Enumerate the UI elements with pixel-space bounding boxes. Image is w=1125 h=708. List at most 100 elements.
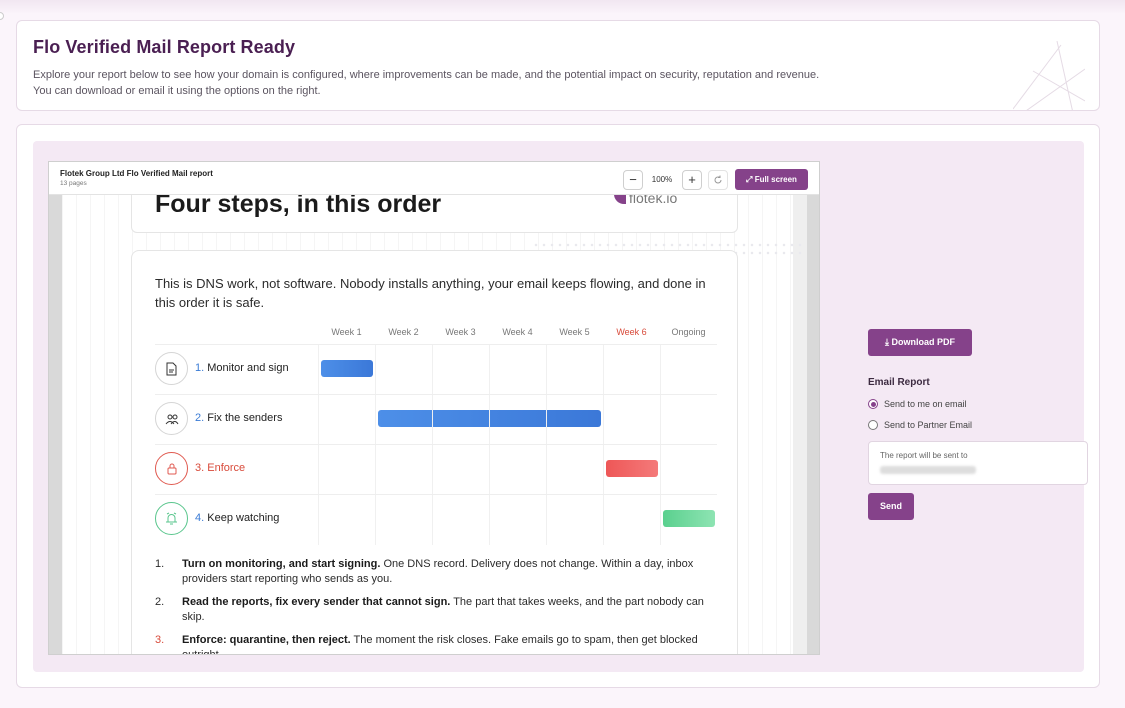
gantt-column-line <box>432 345 433 395</box>
section-heading-card: Four steps, in this order flotek.io <box>131 195 738 233</box>
gantt-row: 4. Keep watching <box>155 494 717 545</box>
zoom-in-button[interactable]: + <box>682 170 702 190</box>
gantt-column-line <box>546 345 547 395</box>
radio-send-to-partner[interactable]: Send to Partner Email <box>868 420 972 430</box>
week-label: Week 5 <box>559 327 590 337</box>
page-count: 13 pages <box>60 180 87 187</box>
radio-send-to-me[interactable]: Send to me on email <box>868 399 967 409</box>
step-number: 2. <box>155 596 165 608</box>
page-title: Flo Verified Mail Report Ready <box>33 37 296 57</box>
flotek-logo-icon <box>614 195 626 204</box>
task-label: 2. Fix the senders <box>195 412 282 424</box>
radio-label: Send to me on email <box>884 399 967 409</box>
gantt-column-line <box>660 345 661 395</box>
timeline-intro: This is DNS work, not software. Nobody i… <box>155 276 706 310</box>
gantt-column-line <box>375 445 376 495</box>
gantt-column-line <box>489 395 490 445</box>
task-name: Enforce <box>207 462 246 474</box>
zoom-out-button[interactable]: − <box>623 170 643 190</box>
page-side-shade <box>793 195 807 654</box>
download-icon: ⤓ <box>885 337 889 347</box>
report-page: Four steps, in this order flotek.io This… <box>62 195 807 654</box>
gantt-column-line <box>660 495 661 545</box>
task-name: Keep watching <box>207 512 280 524</box>
gantt-column-line <box>546 395 547 445</box>
section-heading: Four steps, in this order <box>155 195 442 218</box>
step-title: Turn on monitoring, and start signing. <box>182 558 381 570</box>
step-title: Enforce: quarantine, then reject. <box>182 634 351 646</box>
timeline-card: This is DNS work, not software. Nobody i… <box>131 250 738 654</box>
gantt-column-line <box>546 495 547 545</box>
gantt-column-line <box>660 445 661 495</box>
task-name: Monitor and sign <box>207 362 289 374</box>
document-title: Flotek Group Ltd Flo Verified Mail repor… <box>60 169 213 178</box>
download-label: Download PDF <box>891 337 956 347</box>
download-pdf-button[interactable]: ⤓ Download PDF <box>868 329 972 356</box>
radio-button-selected[interactable] <box>868 399 878 409</box>
zoom-level: 100% <box>651 175 673 184</box>
gantt-row: 2. Fix the senders <box>155 394 717 445</box>
gantt-column-line <box>603 445 604 495</box>
timeline-gantt: 1. Monitor and sign 2. Fix the senders 3… <box>155 344 717 545</box>
fullscreen-button[interactable]: ⤢ Full screen <box>735 169 808 190</box>
gantt-column-line <box>546 445 547 495</box>
week-label: Week 2 <box>388 327 419 337</box>
task-label: 3. Enforce <box>195 462 245 474</box>
gantt-column-line <box>489 345 490 395</box>
steps-list: 1. Turn on monitoring, and start signing… <box>155 557 720 654</box>
task-number: 1. <box>195 362 205 374</box>
people-icon <box>155 402 188 435</box>
week-label: Week 1 <box>331 327 362 337</box>
task-label: 4. Keep watching <box>195 512 279 524</box>
page-description: Explore your report below to see how you… <box>33 69 820 97</box>
brand-name: flotek.io <box>629 195 678 206</box>
gantt-column-line <box>603 345 604 395</box>
step-item: 3. Enforce: quarantine, then reject. The… <box>155 633 720 654</box>
radio-button[interactable] <box>868 420 878 430</box>
week-label: Week 4 <box>502 327 533 337</box>
report-main-card: Flotek Group Ltd Flo Verified Mail repor… <box>16 124 1100 688</box>
gantt-column-line <box>489 495 490 545</box>
gantt-column-line <box>375 395 376 445</box>
gantt-bar-enforce <box>606 460 658 477</box>
task-number: 3. <box>195 462 205 474</box>
step-number: 1. <box>155 558 165 570</box>
pdf-viewer[interactable]: Flotek Group Ltd Flo Verified Mail repor… <box>48 161 820 655</box>
task-label: 1. Monitor and sign <box>195 362 289 374</box>
task-number: 2. <box>195 412 205 424</box>
refresh-icon <box>714 175 722 184</box>
week-label: Week 3 <box>445 327 476 337</box>
gantt-column-line <box>489 445 490 495</box>
gantt-row: 1. Monitor and sign <box>155 344 717 395</box>
gantt-column-line <box>375 345 376 395</box>
gantt-column-line <box>318 445 319 495</box>
expand-icon: ⤢ <box>746 175 753 184</box>
radio-label: Send to Partner Email <box>884 420 973 430</box>
fullscreen-label: Full screen <box>754 175 797 184</box>
step-item: 1. Turn on monitoring, and start signing… <box>155 557 720 587</box>
week-label-highlighted: Week 6 <box>616 327 647 337</box>
document-sign-icon <box>155 352 188 385</box>
gantt-bar-keep-watching <box>663 510 715 527</box>
recipient-label: The report will be sent to <box>880 451 968 460</box>
gantt-column-line <box>603 495 604 545</box>
viewer-toolbar: Flotek Group Ltd Flo Verified Mail repor… <box>49 162 819 195</box>
edge-dot <box>0 12 4 20</box>
step-title: Read the reports, fix every sender that … <box>182 596 451 608</box>
task-name: Fix the senders <box>207 412 283 424</box>
task-number: 4. <box>195 512 205 524</box>
week-header: Week 1 Week 2 Week 3 Week 4 Week 5 Week … <box>155 327 717 343</box>
gantt-column-line <box>318 395 319 445</box>
report-panel: Flotek Group Ltd Flo Verified Mail repor… <box>33 141 1088 672</box>
gantt-column-line <box>318 345 319 395</box>
alarm-bell-icon <box>155 502 188 535</box>
step-number: 3. <box>155 634 165 646</box>
gantt-column-line <box>603 395 604 445</box>
recipient-field: The report will be sent to <box>868 441 1088 485</box>
gantt-column-line <box>432 445 433 495</box>
step-item: 2. Read the reports, fix every sender th… <box>155 595 720 625</box>
gantt-column-line <box>432 395 433 445</box>
send-button[interactable]: Send <box>868 493 914 520</box>
recipient-email-redacted <box>880 466 976 474</box>
reset-zoom-button[interactable] <box>708 170 728 190</box>
